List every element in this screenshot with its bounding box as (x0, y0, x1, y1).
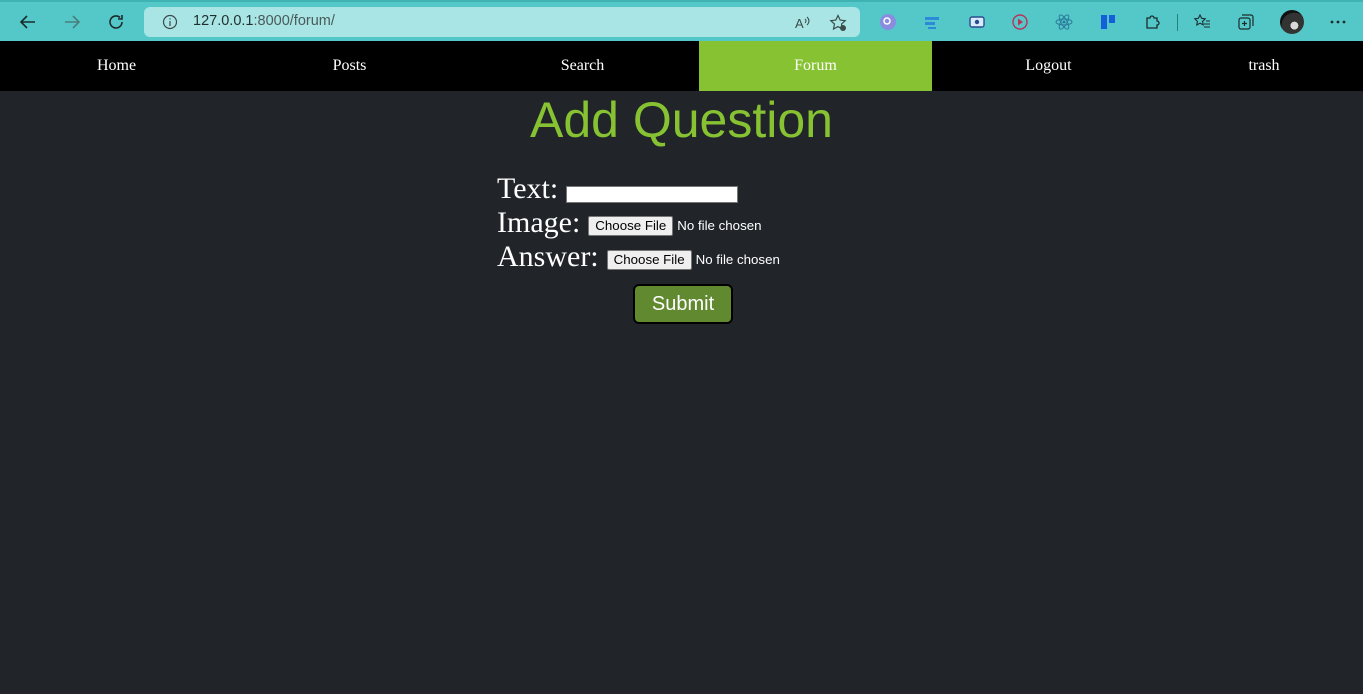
extension-search-icon[interactable] (878, 12, 898, 32)
toolbar-divider (1177, 14, 1178, 31)
url-text[interactable]: 127.0.0.1:8000/forum/ (193, 13, 335, 29)
favorites-icon[interactable] (1192, 12, 1212, 32)
forward-button[interactable] (58, 8, 86, 36)
address-bar[interactable]: 127.0.0.1:8000/forum/ A (144, 7, 860, 37)
image-label: Image: (497, 206, 581, 239)
nav-trash[interactable]: trash (1165, 41, 1363, 91)
back-arrow-icon (19, 15, 35, 29)
answer-file-status: No file chosen (695, 252, 780, 267)
site-info-icon[interactable] (162, 14, 178, 30)
image-row: Image: Choose File No file chosen (497, 206, 762, 240)
text-row: Text: (497, 172, 739, 206)
back-button[interactable] (14, 8, 42, 36)
answer-row: Answer: Choose File No file chosen (497, 240, 780, 274)
url-host: 127.0.0.1 (193, 13, 254, 29)
extensions-puzzle-icon[interactable] (1142, 12, 1162, 32)
submit-button[interactable]: Submit (633, 284, 733, 324)
url-path: :8000/forum/ (253, 13, 335, 29)
browser-toolbar: 127.0.0.1:8000/forum/ A (0, 0, 1363, 41)
site-navbar: Home Posts Search Forum Logout trash (0, 41, 1363, 91)
forward-arrow-icon (65, 15, 81, 29)
collections-icon[interactable] (1236, 12, 1256, 32)
extension-play-icon[interactable] (1010, 12, 1030, 32)
answer-choose-file-button[interactable]: Choose File (606, 250, 692, 270)
text-input[interactable] (566, 185, 739, 203)
extension-react-icon[interactable] (1054, 12, 1074, 32)
extension-stack-icon[interactable] (922, 12, 942, 32)
nav-home[interactable]: Home (0, 41, 233, 91)
read-aloud-icon[interactable]: A (794, 14, 812, 32)
nav-logout[interactable]: Logout (932, 41, 1165, 91)
more-menu-icon[interactable] (1328, 12, 1348, 32)
reload-icon (109, 15, 123, 29)
page-title: Add Question (530, 92, 833, 148)
image-file-status: No file chosen (677, 218, 762, 233)
text-label: Text: (497, 172, 559, 205)
reload-button[interactable] (102, 8, 130, 36)
extension-trello-icon[interactable] (1098, 12, 1118, 32)
nav-forum[interactable]: Forum (699, 41, 932, 91)
svg-text:A: A (795, 16, 804, 31)
favorite-add-icon[interactable] (829, 14, 847, 32)
nav-search[interactable]: Search (466, 41, 699, 91)
answer-label: Answer: (497, 240, 599, 273)
profile-avatar[interactable] (1280, 10, 1304, 34)
image-choose-file-button[interactable]: Choose File (588, 216, 674, 236)
extension-screen-icon[interactable] (967, 12, 987, 32)
nav-posts[interactable]: Posts (233, 41, 466, 91)
